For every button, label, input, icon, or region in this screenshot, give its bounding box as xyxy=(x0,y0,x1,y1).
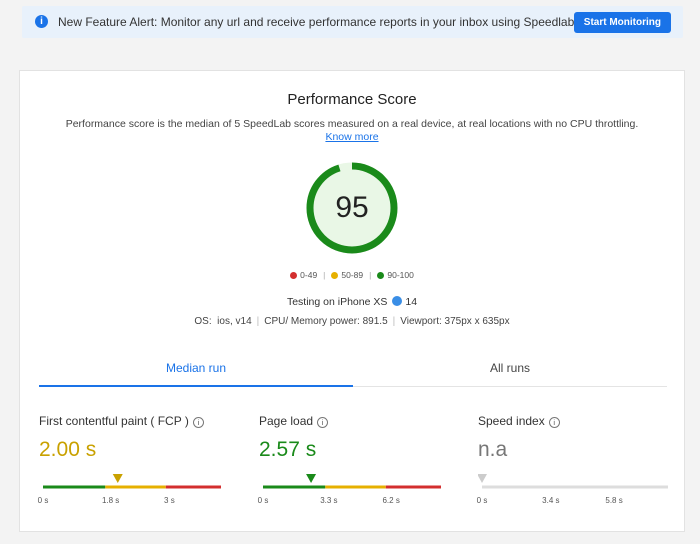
metric-value: n.a xyxy=(478,438,508,461)
metric-tick-label: 1.8 s xyxy=(101,496,120,505)
safari-icon xyxy=(392,296,403,306)
info-icon[interactable]: i xyxy=(192,417,204,428)
metric-tick-label: 3 s xyxy=(164,496,175,505)
tab-all-runs[interactable]: All runs xyxy=(353,361,667,387)
metric-tick-label: 5.8 s xyxy=(605,496,623,505)
score-gauge: 95 xyxy=(304,160,400,256)
info-icon[interactable]: i xyxy=(548,417,560,428)
metric-value: 2.00 s xyxy=(39,438,97,461)
start-monitoring-button[interactable]: Start Monitoring xyxy=(573,12,671,33)
metric-marker-icon xyxy=(306,474,317,483)
metric-page-load: Page load i 2.57 s 0 s 3.3 s 6.2 s xyxy=(257,414,449,514)
metric-tick-label: 3.3 s xyxy=(320,496,338,505)
viewport-value: 375px x 635px xyxy=(444,316,510,327)
os-value: ios, v14 xyxy=(217,316,252,327)
metric-marker-icon xyxy=(478,474,487,483)
page-title: Performance Score xyxy=(287,91,417,108)
metric-name: Page load xyxy=(259,414,314,428)
device-specs: OS: ios, v14 | CPU/ Memory power: 891.5 | Vi… xyxy=(194,316,510,327)
info-icon: i xyxy=(35,15,48,28)
metric-value: 2.57 s xyxy=(259,438,317,461)
metric-tick-label: 0 s xyxy=(37,496,49,505)
performance-card: Performance Score Performance score is t… xyxy=(19,70,685,532)
metric-speed-index: Speed index i n.a 0 s 3.4 s 5.8 s xyxy=(476,414,668,514)
know-more-link[interactable]: Know more xyxy=(325,131,378,143)
metric-tick-label: 0 s xyxy=(257,496,269,505)
score-description: Performance score is the median of 5 Spe… xyxy=(65,118,639,130)
feature-alert-banner: i New Feature Alert: Monitor any url and… xyxy=(22,6,683,38)
score-value: 95 xyxy=(335,191,369,224)
metric-tick-label: 6.2 s xyxy=(382,496,400,505)
cpu-value: 891.5 xyxy=(362,316,388,327)
metric-marker-icon xyxy=(112,474,123,483)
metric-bar xyxy=(478,474,668,489)
metric-tick-label: 0 s xyxy=(476,496,488,505)
legend-item-good: 90-100 xyxy=(377,270,414,280)
run-tabs: Median run All runs xyxy=(39,361,667,387)
tab-median-run[interactable]: Median run xyxy=(39,361,353,387)
metric-tick-label: 3.4 s xyxy=(542,496,560,505)
metric-fcp: First contentful paint ( FCP ) i 2.00 s 0… xyxy=(37,414,229,514)
metric-name: Speed index xyxy=(478,414,545,428)
legend-dot-yellow-icon xyxy=(331,272,339,279)
score-legend: 0-49 | 50-89 | 90-100 xyxy=(20,270,684,280)
device-info: Testing on iPhone XS 14 xyxy=(20,296,684,308)
legend-dot-red-icon xyxy=(290,272,298,279)
browser-version: 14 xyxy=(405,296,418,308)
metric-bar xyxy=(43,474,221,489)
legend-item-poor: 0-49 xyxy=(290,270,317,280)
metric-bar xyxy=(263,474,441,489)
legend-dot-green-icon xyxy=(377,272,385,279)
testing-device-label: Testing on iPhone XS xyxy=(286,296,388,308)
metric-name: First contentful paint ( FCP ) xyxy=(39,414,189,428)
legend-item-average: 50-89 xyxy=(331,270,363,280)
info-icon[interactable]: i xyxy=(317,417,329,428)
feature-alert-message: New Feature Alert: Monitor any url and r… xyxy=(58,15,578,29)
